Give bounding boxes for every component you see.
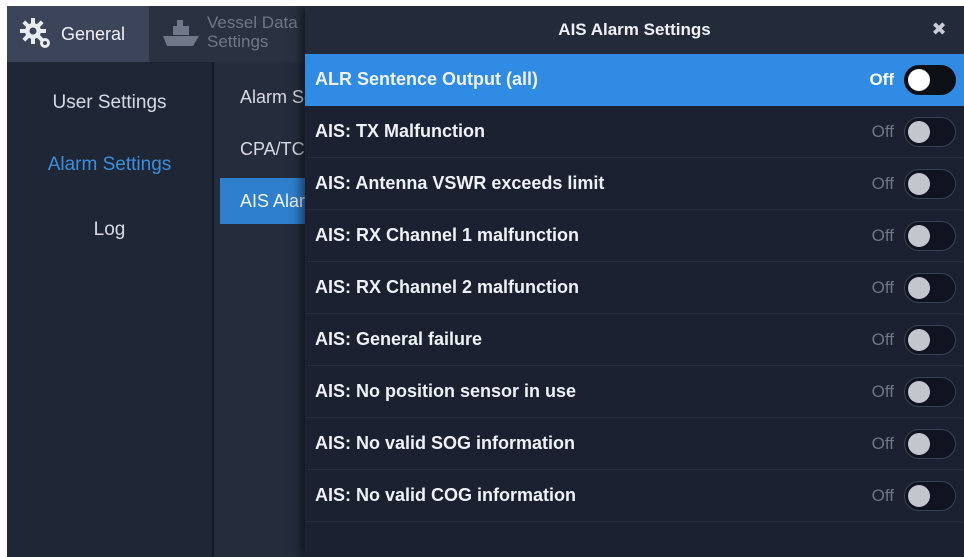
tab-vessel-label-line2: Settings [207, 32, 269, 51]
toggle-knob [908, 432, 930, 455]
sidebar: User Settings Alarm Settings Log [7, 62, 214, 557]
tab-vessel-data-settings[interactable]: Vessel Data Settings [153, 6, 313, 62]
gear-icon [19, 17, 53, 51]
alarm-row-rx-channel-2[interactable]: AIS: RX Channel 2 malfunction Off [305, 262, 964, 314]
toggle-switch[interactable] [904, 480, 956, 511]
close-icon[interactable]: ✖ [928, 18, 950, 40]
alarm-state: Off [871, 121, 894, 141]
alarm-state: Off [869, 69, 894, 89]
alarm-state: Off [871, 485, 894, 505]
toggle-switch[interactable] [904, 272, 956, 303]
alarm-row-no-valid-sog[interactable]: AIS: No valid SOG information Off [305, 418, 964, 470]
toggle-switch[interactable] [904, 116, 956, 147]
toggle-switch[interactable] [904, 168, 956, 199]
alarm-label: ALR Sentence Output (all) [315, 69, 539, 89]
alarm-state: Off [871, 433, 894, 453]
dialog-header: AIS Alarm Settings ✖ [305, 6, 964, 54]
alarm-label: AIS: General failure [315, 329, 483, 349]
sidebar-item-log[interactable]: Log [7, 219, 212, 241]
alarm-label: AIS: TX Malfunction [315, 121, 485, 141]
alarm-row-tx-malfunction[interactable]: AIS: TX Malfunction Off [305, 106, 964, 158]
toggle-switch[interactable] [904, 64, 956, 95]
toggle-switch[interactable] [904, 324, 956, 355]
toggle-knob [908, 68, 930, 91]
alarm-row-rx-channel-1[interactable]: AIS: RX Channel 1 malfunction Off [305, 210, 964, 262]
toggle-knob [908, 328, 930, 351]
tab-vessel-label-line1: Vessel Data [207, 13, 298, 32]
submenu: Alarm Settings CPA/TCPA AIS Alarm [214, 62, 320, 557]
alarm-state: Off [871, 277, 894, 297]
dialog-title: AIS Alarm Settings [558, 20, 711, 39]
top-tab-bar: General Vessel Data Settings [7, 6, 307, 62]
alarm-row-alr-sentence-output[interactable]: ALR Sentence Output (all) Off [305, 54, 964, 106]
ais-alarm-settings-dialog: AIS Alarm Settings ✖ ALR Sentence Output… [305, 6, 964, 557]
alarm-label: AIS: RX Channel 2 malfunction [315, 277, 580, 297]
ship-icon [159, 16, 203, 52]
toggle-knob [908, 224, 930, 247]
alarm-label: AIS: No valid SOG information [315, 433, 576, 453]
alarm-label: AIS: Antenna VSWR exceeds limit [315, 173, 605, 193]
tab-general[interactable]: General [7, 6, 149, 62]
alarm-row-antenna-vswr[interactable]: AIS: Antenna VSWR exceeds limit Off [305, 158, 964, 210]
alarm-row-no-valid-cog[interactable]: AIS: No valid COG information Off [305, 470, 964, 522]
toggle-knob [908, 380, 930, 403]
alarm-state: Off [871, 329, 894, 349]
alarm-state: Off [871, 173, 894, 193]
alarm-row-no-position-sensor[interactable]: AIS: No position sensor in use Off [305, 366, 964, 418]
toggle-switch[interactable] [904, 220, 956, 251]
toggle-knob [908, 484, 930, 507]
sidebar-item-user-settings[interactable]: User Settings [7, 92, 212, 114]
tab-vessel-label: Vessel Data Settings [207, 13, 298, 51]
toggle-knob [908, 120, 930, 143]
alarm-row-general-failure[interactable]: AIS: General failure Off [305, 314, 964, 366]
alarm-label: AIS: No position sensor in use [315, 381, 577, 401]
sidebar-item-alarm-settings[interactable]: Alarm Settings [7, 154, 212, 176]
toggle-knob [908, 276, 930, 299]
tab-general-label: General [61, 23, 126, 44]
toggle-knob [908, 172, 930, 195]
alarm-label: AIS: RX Channel 1 malfunction [315, 225, 580, 245]
toggle-switch[interactable] [904, 428, 956, 459]
alarm-state: Off [871, 225, 894, 245]
alarm-label: AIS: No valid COG information [315, 485, 577, 505]
toggle-switch[interactable] [904, 376, 956, 407]
alarm-state: Off [871, 381, 894, 401]
app-window: General Vessel Data Settings User Settin… [7, 6, 964, 557]
